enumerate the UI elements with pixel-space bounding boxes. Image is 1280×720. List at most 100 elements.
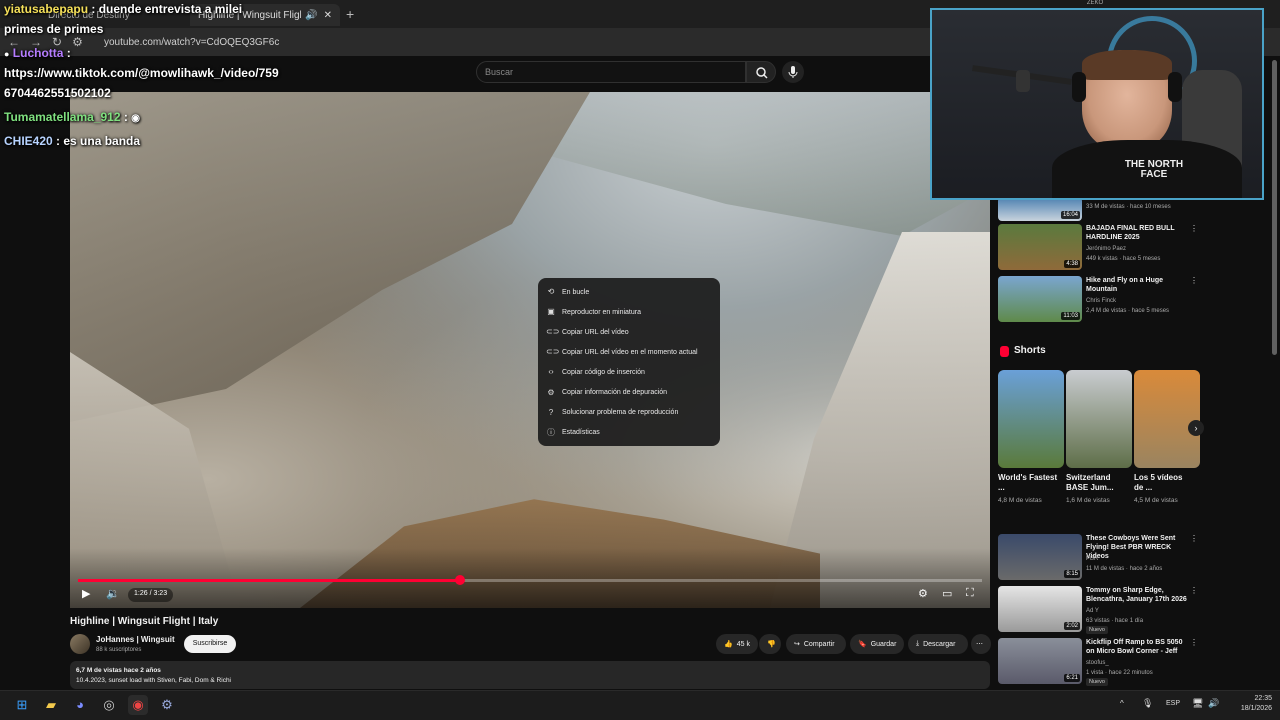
like-button[interactable]: 👍 45 k (716, 634, 758, 654)
site-info-icon[interactable]: ⚙ (72, 35, 93, 49)
video-player[interactable] (70, 92, 990, 608)
share-button[interactable]: ↪ Compartir (786, 634, 846, 654)
ctx-copy-debug[interactable]: ⚙ Copiar información de depuración (538, 382, 720, 402)
speaker-icon[interactable]: 🔊 (1208, 698, 1219, 709)
miniplayer-icon[interactable]: ▭ (942, 587, 952, 600)
save-button[interactable]: 🔖 Guardar (850, 634, 904, 654)
new-tab-icon[interactable]: + (346, 6, 354, 22)
mic-button[interactable] (782, 61, 804, 83)
discord-icon[interactable]: ◕ (70, 695, 90, 715)
file-explorer-icon[interactable]: ▰ (41, 695, 61, 715)
more-icon[interactable]: ⋮ (1190, 276, 1198, 285)
video-title: Highline | Wingsuit Flight | Italy (70, 616, 219, 627)
video-title: Hike and Fly on a Huge Mountain (1086, 277, 1164, 293)
new-badge: Nuevo (1086, 678, 1108, 686)
obs-icon[interactable]: ◎ (99, 695, 119, 715)
search-input[interactable]: Buscar (476, 61, 746, 83)
controls-gradient (70, 548, 990, 608)
chrome-icon[interactable]: ◉ (128, 695, 148, 715)
ctx-troubleshoot[interactable]: ? Solucionar problema de reproducción (538, 403, 720, 423)
link-icon: ⊂⊃ (546, 327, 560, 337)
mic-icon (788, 66, 798, 78)
ctx-miniplayer[interactable]: ▣ Reproductor en miniatura (538, 302, 720, 322)
recommendation-item[interactable]: 11:03 Hike and Fly on a Huge Mountain Ch… (998, 276, 1200, 322)
subscribe-button[interactable]: Suscribirse (184, 635, 236, 653)
video-title: These Cowboys Were Sent Flying! Best PBR… (1086, 535, 1176, 560)
short-views: 1,6 M de vistas (1066, 497, 1110, 504)
recommendation-item[interactable]: 16:04 33 M de vistas · hace 10 meses (998, 197, 1200, 221)
chat-text: primes de primes (4, 22, 104, 36)
more-icon[interactable]: ⋮ (1190, 224, 1198, 233)
video-thumbnail: 11:03 (998, 276, 1082, 322)
video-title: BAJADA FINAL RED BULL HARDLINE 2025 (1086, 225, 1175, 241)
video-thumbnail: 8:15 (998, 534, 1082, 580)
duration-badge: 16:04 (1060, 211, 1080, 219)
recommendation-item[interactable]: 6:21 Kickflip Off Ramp to BS 5050 on Mic… (998, 638, 1200, 686)
chat-message: CHIE420 : es una banda (4, 134, 140, 148)
video-thumbnail: 16:04 (998, 197, 1082, 221)
url-text[interactable]: youtube.com/watch?v=CdOQEQ3GF6c (104, 37, 279, 48)
video-meta: 1 vista · hace 22 minutos (1086, 670, 1153, 676)
short-thumbnail[interactable] (1134, 370, 1200, 468)
shorts-heading: Shorts (1014, 345, 1046, 356)
page-scrollbar[interactable] (1272, 60, 1277, 355)
ctx-copy-embed[interactable]: ‹› Copiar código de inserción (538, 362, 720, 382)
volume-icon[interactable]: 🔉 (106, 587, 120, 600)
short-thumbnail[interactable] (1066, 370, 1132, 468)
network-icon[interactable]: 🖥 (1192, 698, 1203, 709)
left-cliff (70, 92, 590, 422)
info-icon: ⓘ (547, 427, 555, 437)
windows-start-icon[interactable]: ⊞ (12, 695, 32, 715)
settings-icon[interactable]: ⚙ (918, 587, 928, 600)
chevron-right-icon[interactable]: › (1188, 420, 1204, 436)
tray-chevron-icon[interactable]: ^ (1120, 699, 1124, 708)
taskbar (0, 690, 1280, 720)
recommendation-item[interactable]: 4:38 BAJADA FINAL RED BULL HARDLINE 2025… (998, 224, 1200, 270)
short-views: 4,5 M de vistas (1134, 497, 1178, 504)
chat-text: : (66, 46, 71, 60)
chat-username: CHIE420 (4, 134, 53, 148)
more-icon[interactable]: ⋮ (1190, 586, 1198, 595)
description-box[interactable]: 6,7 M de vistas hace 2 años 10.4.2023, s… (70, 661, 990, 689)
duration-badge: 8:15 (1064, 570, 1080, 578)
ctx-loop[interactable]: ⟲ En bucle (538, 282, 720, 302)
play-icon[interactable]: ▶ (82, 587, 90, 600)
ctx-label: Estadísticas (562, 429, 600, 437)
fullscreen-icon[interactable]: ⛶ (966, 587, 974, 600)
channel-name: PBR (1086, 556, 1099, 562)
ctx-label: Copiar URL del vídeo en el momento actua… (562, 348, 698, 356)
video-meta: 449 k vistas · hace 5 meses (1086, 256, 1161, 262)
recommendation-item[interactable]: 2:02 Tommy on Sharp Edge, Blencathra, Ja… (998, 586, 1200, 634)
taskbar-clock[interactable]: 22:35 18/1/2026 (1226, 694, 1272, 714)
speaker-icon[interactable]: 🔊 (305, 10, 317, 21)
clock-time: 22:35 (1254, 695, 1272, 702)
more-icon[interactable]: ⋮ (1190, 638, 1198, 647)
more-actions-button[interactable]: ⋯ (971, 634, 991, 654)
ctx-stats[interactable]: ⓘ Estadísticas (538, 423, 720, 443)
ctx-copy-url[interactable]: ⊂⊃ Copiar URL del vídeo (538, 322, 720, 342)
ctx-label: Copiar código de inserción (562, 368, 645, 376)
dislike-button[interactable]: 👎 (759, 634, 781, 654)
close-tab-icon[interactable]: ✕ (324, 10, 332, 21)
short-thumbnail[interactable] (998, 370, 1064, 468)
ctx-label: Reproductor en miniatura (562, 308, 641, 316)
link-icon: ⊂⊃ (546, 347, 560, 357)
ctx-copy-url-time[interactable]: ⊂⊃ Copiar URL del vídeo en el momento act… (538, 342, 720, 362)
search-button[interactable] (746, 61, 776, 83)
miniplayer-icon: ▣ (547, 307, 555, 317)
chat-message: Tumamatellama_912 : ◉ (4, 110, 140, 124)
clock-date: 18/1/2026 (1240, 705, 1272, 712)
steam-icon[interactable]: ⚙ (157, 695, 177, 715)
channel-name[interactable]: JoHannes | Wingsuit (96, 635, 175, 644)
download-button[interactable]: ⤓ Descargar (908, 634, 968, 654)
recommendation-item[interactable]: 8:15 These Cowboys Were Sent Flying! Bes… (998, 534, 1200, 580)
language-indicator[interactable]: ESP (1166, 700, 1180, 707)
microphone (1016, 70, 1030, 92)
channel-avatar[interactable] (70, 634, 90, 654)
more-icon[interactable]: ⋮ (1190, 534, 1198, 543)
download-icon: ⤓ (916, 640, 920, 647)
ctx-label: Copiar información de depuración (562, 389, 668, 397)
tray-mic-icon[interactable]: 🎙 (1142, 698, 1153, 709)
video-thumbnail: 6:21 (998, 638, 1082, 684)
short-title: World's Fastest ... (998, 473, 1058, 492)
